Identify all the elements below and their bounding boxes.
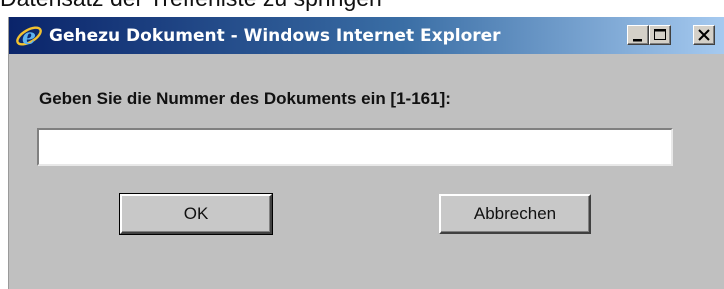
background-page-text: Datensatz der Trefferliste zu springen [0,0,382,10]
window-title: Gehezu Dokument - Windows Internet Explo… [49,26,501,46]
minimize-button[interactable] [627,25,649,45]
maximize-button[interactable] [649,25,671,45]
internet-explorer-icon: e [15,22,43,50]
document-number-input[interactable] [37,128,673,166]
cancel-button[interactable]: Abbrechen [439,194,591,234]
prompt-label: Geben Sie die Nummer des Dokuments ein [… [39,89,451,108]
svg-text:e: e [22,24,36,50]
close-icon [698,29,710,41]
ok-button[interactable]: OK [119,193,273,235]
close-button[interactable] [693,25,715,45]
title-bar[interactable]: e Gehezu Dokument - Windows Internet Exp… [9,17,724,54]
prompt-dialog-window: e Gehezu Dokument - Windows Internet Exp… [8,17,724,289]
maximize-icon [654,29,666,40]
minimize-icon [633,39,642,42]
